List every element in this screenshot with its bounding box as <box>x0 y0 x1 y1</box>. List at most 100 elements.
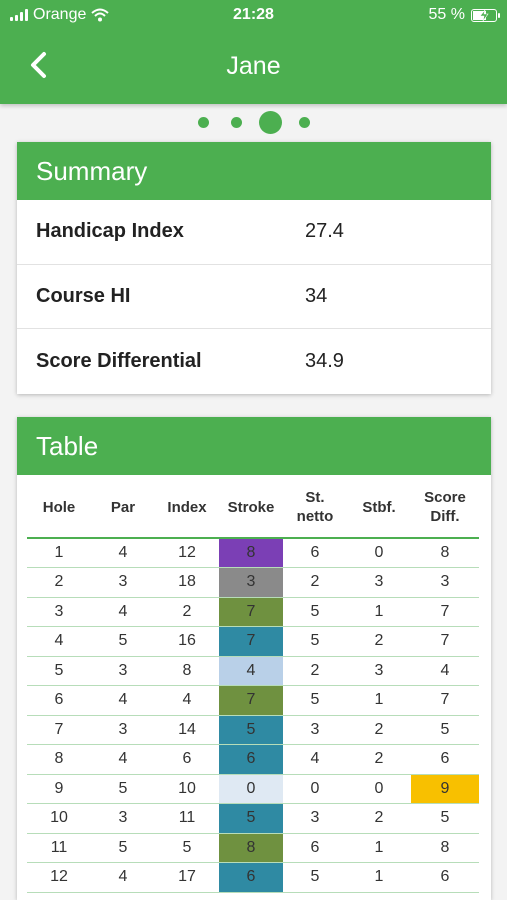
hole-cell: 4 <box>27 626 91 657</box>
netto-cell: 6 <box>283 833 347 863</box>
page-dot-4[interactable] <box>299 117 310 128</box>
table-row: 12 4 17 6 5 1 6 <box>27 862 479 893</box>
diff-cell: 7 <box>411 626 479 657</box>
netto-cell: 0 <box>283 774 347 804</box>
netto-cell: 5 <box>283 685 347 716</box>
index-cell: 4 <box>155 685 219 716</box>
table-row: 7 3 14 5 3 2 5 <box>27 715 479 745</box>
table-row: 4 5 16 7 5 2 7 <box>27 626 479 657</box>
col-hole-header: Hole <box>27 475 91 539</box>
stbf-cell: 1 <box>347 685 411 716</box>
table-row: 11 5 5 8 6 1 8 <box>27 833 479 863</box>
par-cell: 3 <box>91 656 155 686</box>
stbf-cell: 3 <box>347 656 411 686</box>
table-row: 5384234 <box>27 656 479 686</box>
netto-cell: 2 <box>283 567 347 598</box>
index-cell: 8 <box>155 656 219 686</box>
column-header-text: Stroke <box>227 498 275 516</box>
hole-cell: 5 <box>27 656 91 686</box>
diff-cell: 6 <box>411 862 479 893</box>
stroke-cell: 6 <box>219 744 283 775</box>
hole-cell: 10 <box>27 803 91 834</box>
summary-value: 34 <box>305 285 328 308</box>
col-score-diff-header: Score Diff. <box>411 475 479 539</box>
diff-cell: 9 <box>411 774 479 804</box>
netto-cell: 4 <box>283 744 347 775</box>
column-header-text: Stbf. <box>362 498 396 516</box>
stroke-cell: 7 <box>219 597 283 627</box>
status-bar: Orange 21:28 55 % <box>0 0 507 30</box>
stroke-cell: 4 <box>219 656 283 686</box>
column-header-text: Diff. <box>430 508 460 525</box>
table-body: 1 4 12 8 6 0 8 2 3 18 3 2 3 3 3 4 2 7 5 1 7 4 5 16 7 5 2 7 5 3 8 4 2 3 4 6 4… <box>27 538 479 893</box>
stbf-cell: 2 <box>347 626 411 657</box>
stroke-cell: 0 <box>219 774 283 804</box>
par-cell: 4 <box>91 744 155 775</box>
stbf-cell: 3 <box>347 567 411 598</box>
col-stroke-header: Stroke <box>219 475 283 539</box>
index-cell: 6 <box>155 744 219 775</box>
hole-cell: 11 <box>27 833 91 863</box>
stroke-cell: 5 <box>219 803 283 834</box>
column-header-text: Par <box>110 498 136 516</box>
stroke-cell: 8 <box>219 833 283 863</box>
diff-cell: 8 <box>411 833 479 863</box>
par-cell: 4 <box>91 597 155 627</box>
par-cell: 3 <box>91 715 155 745</box>
index-cell: 17 <box>155 862 219 893</box>
page-dot-1[interactable] <box>198 117 209 128</box>
summary-row-course-hi: Course HI 34 <box>17 265 491 330</box>
page-dot-3-active[interactable] <box>259 111 282 134</box>
col-par-header: Par <box>91 475 155 539</box>
table-header: Table <box>17 417 491 475</box>
col-st-netto-header: St. netto <box>283 475 347 539</box>
diff-cell: 5 <box>411 715 479 745</box>
column-header-text: netto <box>296 508 334 525</box>
battery-icon <box>471 8 500 22</box>
netto-cell: 5 <box>283 862 347 893</box>
netto-cell: 5 <box>283 597 347 627</box>
col-index-header: Index <box>155 475 219 539</box>
table-row: 1 4 12 8 6 0 8 <box>27 538 479 568</box>
par-cell: 5 <box>91 774 155 804</box>
hole-cell: 2 <box>27 567 91 598</box>
index-cell: 10 <box>155 774 219 804</box>
page-dot-2[interactable] <box>231 117 242 128</box>
diff-cell: 7 <box>411 597 479 627</box>
par-cell: 5 <box>91 626 155 657</box>
summary-card: Summary Handicap Index 27.4 Course HI 34… <box>17 142 491 394</box>
stbf-cell: 2 <box>347 715 411 745</box>
table-row: 2 3 18 3 2 3 3 <box>27 567 479 598</box>
summary-header: Summary <box>17 142 491 200</box>
diff-cell: 8 <box>411 538 479 568</box>
par-cell: 3 <box>91 567 155 598</box>
diff-cell: 4 <box>411 656 479 686</box>
par-cell: 4 <box>91 862 155 893</box>
diff-cell: 3 <box>411 567 479 598</box>
page-title: Jane <box>226 52 281 80</box>
hole-cell: 8 <box>27 744 91 775</box>
table-row: 8466426 <box>27 744 479 775</box>
table-header-row: Hole Par Index Stroke St. netto Stbf. Score Diff… <box>27 475 479 539</box>
hole-cell: 12 <box>27 862 91 893</box>
column-header-text: Hole <box>42 498 76 516</box>
diff-cell: 6 <box>411 744 479 775</box>
table-row: 3427517 <box>27 597 479 627</box>
stroke-cell: 8 <box>219 538 283 568</box>
summary-row-score-differential: Score Differential 34.9 <box>17 329 491 394</box>
stbf-cell: 0 <box>347 538 411 568</box>
index-cell: 16 <box>155 626 219 657</box>
par-cell: 5 <box>91 833 155 863</box>
index-cell: 18 <box>155 567 219 598</box>
status-right: 55 % <box>429 6 500 24</box>
col-stbf-header: Stbf. <box>347 475 411 539</box>
table-row: 6447517 <box>27 685 479 716</box>
hole-cell: 3 <box>27 597 91 627</box>
summary-label: Handicap Index <box>36 220 184 243</box>
table-row: 9 5 10 0 0 0 9 <box>27 774 479 804</box>
table-row: 10 3 11 5 3 2 5 <box>27 803 479 834</box>
summary-row-handicap-index: Handicap Index 27.4 <box>17 200 491 265</box>
index-cell: 5 <box>155 833 219 863</box>
stbf-cell: 2 <box>347 744 411 775</box>
stbf-cell: 2 <box>347 803 411 834</box>
